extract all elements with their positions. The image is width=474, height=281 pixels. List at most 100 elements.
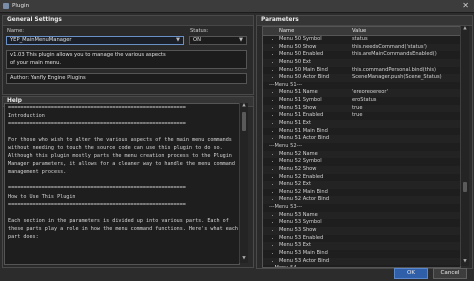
parameter-row[interactable]: Menu 52 Main Bind bbox=[263, 189, 460, 197]
parameters-scrollbar[interactable]: ▲ ▼ bbox=[460, 26, 469, 266]
status-dropdown[interactable]: ON ▼ bbox=[189, 36, 247, 45]
parameter-row[interactable]: Menu 52 Actor Bind bbox=[263, 196, 460, 205]
parameter-name: ---Menu 54--- bbox=[269, 265, 302, 267]
description-box: v1.03 This plugin allows you to manage t… bbox=[6, 50, 247, 69]
parameter-name: Menu 50 Symbol bbox=[279, 36, 322, 42]
tree-guide-icon bbox=[272, 46, 273, 48]
tree-guide-icon bbox=[272, 191, 273, 193]
scroll-down-arrow-icon[interactable]: ▼ bbox=[461, 259, 469, 264]
help-text-area[interactable]: ========================================… bbox=[4, 103, 240, 265]
ok-button[interactable]: OK bbox=[394, 268, 428, 279]
parameter-value: true bbox=[352, 112, 363, 119]
help-line bbox=[5, 128, 239, 136]
parameter-row[interactable]: Menu 50 Main Bind this.commandPersonal.bi… bbox=[263, 67, 460, 75]
name-label: Name: bbox=[7, 28, 25, 34]
tree-guide-icon bbox=[272, 252, 273, 254]
parameters-scrollbar-thumb[interactable] bbox=[463, 182, 467, 192]
parameter-row[interactable]: Menu 51 Symbol eroStatus bbox=[263, 97, 460, 105]
parameter-name: Menu 52 Actor Bind bbox=[279, 196, 330, 203]
parameter-name: Menu 53 Symbol bbox=[279, 219, 322, 226]
tree-guide-icon bbox=[272, 107, 273, 109]
parameter-row[interactable]: Menu 52 Symbol bbox=[263, 158, 460, 166]
column-header-value[interactable]: Value bbox=[352, 27, 366, 35]
chevron-down-icon: ▼ bbox=[239, 37, 243, 43]
tree-guide-icon bbox=[272, 199, 273, 201]
parameter-row[interactable]: Menu 50 Symbol status bbox=[263, 36, 460, 44]
parameter-group-row[interactable]: ---Menu 51--- bbox=[263, 82, 460, 90]
parameter-row[interactable]: Menu 50 Actor Bind SceneManager.push(Scen… bbox=[263, 74, 460, 82]
tree-guide-icon bbox=[272, 54, 273, 56]
parameter-value: eroStatus bbox=[352, 97, 377, 104]
parameter-name: Menu 51 Enabled bbox=[279, 112, 324, 119]
parameter-row[interactable]: Menu 50 Enabled this.areMainCommandsEnabl… bbox=[263, 51, 460, 59]
parameter-name: Menu 53 Actor Bind bbox=[279, 257, 330, 264]
status-value: ON bbox=[193, 37, 201, 43]
tree-guide-icon bbox=[272, 69, 273, 71]
parameter-row[interactable]: Menu 53 Enabled bbox=[263, 235, 460, 243]
parameter-name: Menu 53 Main Bind bbox=[279, 249, 328, 256]
tree-guide-icon bbox=[272, 168, 273, 170]
help-line: ========================================… bbox=[8, 105, 186, 111]
help-line: without needing to touch the source code… bbox=[8, 145, 223, 152]
scroll-up-arrow-icon[interactable]: ▲ bbox=[461, 26, 469, 31]
help-line: these parts play a role in how the menu … bbox=[8, 225, 239, 232]
parameter-row[interactable]: Menu 52 Name bbox=[263, 150, 460, 159]
parameter-name: Menu 50 Show bbox=[279, 43, 317, 50]
parameter-row[interactable]: Menu 51 Enabled true bbox=[263, 112, 460, 120]
parameter-row[interactable]: Menu 50 Show this.needsCommand('status') bbox=[263, 43, 460, 52]
help-scrollbar-thumb[interactable] bbox=[242, 112, 246, 131]
parameter-row[interactable]: Menu 53 Symbol bbox=[263, 219, 460, 227]
parameter-row[interactable]: Menu 50 Ext bbox=[263, 58, 460, 67]
parameter-row[interactable]: Menu 52 Show bbox=[263, 165, 460, 174]
close-icon[interactable]: ✕ bbox=[462, 1, 469, 10]
parameter-name: Menu 53 Ext bbox=[279, 242, 311, 249]
tree-guide-icon bbox=[272, 245, 273, 247]
parameter-row[interactable]: Menu 53 Show bbox=[263, 227, 460, 235]
parameter-name: Menu 53 Name bbox=[279, 211, 318, 218]
parameter-row[interactable]: Menu 52 Enabled bbox=[263, 174, 460, 182]
parameter-row[interactable]: Menu 51 Main Bind bbox=[263, 128, 460, 136]
parameter-row[interactable]: Menu 52 Ext bbox=[263, 181, 460, 189]
parameter-name: Menu 51 Actor Bind bbox=[279, 135, 330, 142]
parameter-name: Menu 51 Symbol bbox=[279, 97, 322, 104]
parameters-rows: Menu 50 Symbol status Menu 50 Show this.nee… bbox=[263, 36, 460, 267]
parameter-name: Menu 51 Ext bbox=[279, 120, 311, 127]
help-line: Although this plugin mostly parts the me… bbox=[8, 153, 232, 160]
parameter-name: Menu 50 Ext bbox=[279, 58, 311, 65]
author-box: Author: Yanfly Engine Plugins bbox=[6, 73, 247, 84]
scroll-up-arrow-icon[interactable]: ▲ bbox=[240, 103, 248, 108]
parameter-name: Menu 52 Enabled bbox=[279, 173, 324, 180]
parameter-row[interactable]: Menu 51 Name 'ereoreoereor' bbox=[263, 89, 460, 98]
name-value: YEP_MainMenuManager bbox=[10, 37, 72, 43]
name-dropdown[interactable]: YEP_MainMenuManager ▼ bbox=[6, 36, 184, 45]
tree-guide-icon bbox=[272, 138, 273, 140]
help-line: Manager parameters, it allows for a clea… bbox=[8, 161, 235, 168]
parameter-group-row[interactable]: ---Menu 53--- bbox=[263, 204, 460, 212]
parameter-group-row[interactable]: ---Menu 54--- bbox=[263, 265, 460, 267]
help-scrollbar[interactable]: ▲ ▼ bbox=[239, 103, 248, 263]
parameter-value: this.needsCommand('status') bbox=[352, 43, 427, 50]
parameter-value: true bbox=[352, 104, 363, 111]
tree-guide-icon bbox=[272, 161, 273, 163]
tree-guide-icon bbox=[272, 39, 273, 40]
parameters-table[interactable]: Name Value Menu 50 Symbol status Menu 50 S… bbox=[262, 26, 461, 268]
help-line: Each section in the parameters is divide… bbox=[8, 217, 229, 224]
parameter-row[interactable]: Menu 53 Ext bbox=[263, 242, 460, 250]
parameter-name: Menu 52 Ext bbox=[279, 181, 311, 188]
parameter-group-row[interactable]: ---Menu 52--- bbox=[263, 143, 460, 151]
help-line bbox=[5, 176, 239, 184]
parameter-name: Menu 53 Enabled bbox=[279, 234, 324, 241]
parameter-name: Menu 52 Symbol bbox=[279, 158, 322, 165]
parameter-row[interactable]: Menu 53 Actor Bind bbox=[263, 257, 460, 266]
tree-guide-icon bbox=[272, 230, 273, 232]
parameter-row[interactable]: Menu 53 Name bbox=[263, 211, 460, 220]
parameter-row[interactable]: Menu 51 Actor Bind bbox=[263, 135, 460, 143]
parameter-row[interactable]: Menu 51 Ext bbox=[263, 120, 460, 128]
parameter-name: Menu 52 Show bbox=[279, 165, 317, 172]
column-header-name[interactable]: Name bbox=[279, 27, 294, 35]
parameter-row[interactable]: Menu 51 Show true bbox=[263, 104, 460, 113]
scroll-down-arrow-icon[interactable]: ▼ bbox=[240, 256, 248, 261]
parameter-name: Menu 50 Actor Bind bbox=[279, 74, 330, 81]
parameter-row[interactable]: Menu 53 Main Bind bbox=[263, 250, 460, 258]
cancel-button[interactable]: Cancel bbox=[433, 268, 467, 279]
